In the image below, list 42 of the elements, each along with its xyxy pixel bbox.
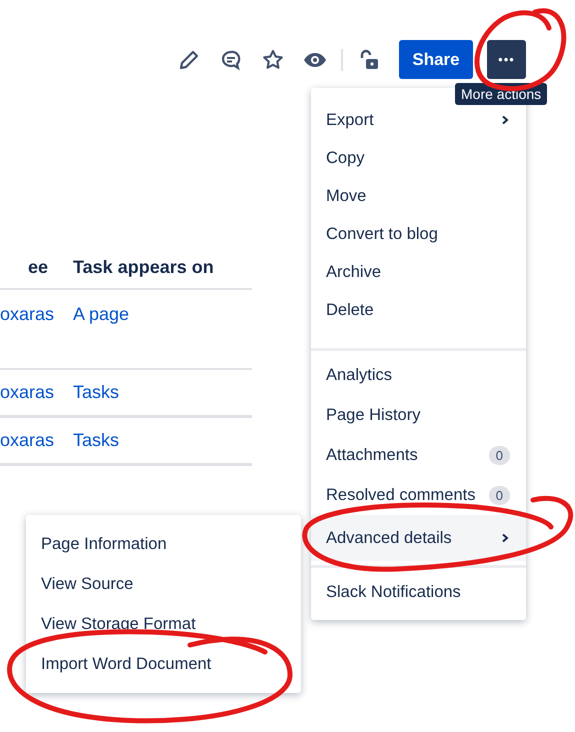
count-badge: 0: [488, 446, 510, 464]
menu-item-label: Delete: [326, 300, 374, 320]
menu-item-label: Convert to blog: [326, 224, 438, 244]
table-link[interactable]: A page: [73, 304, 130, 325]
menu-item[interactable]: Archive: [311, 253, 526, 291]
star-icon[interactable]: [261, 48, 285, 72]
menu-item-label: Advanced details: [326, 528, 452, 548]
menu-item[interactable]: View Source: [26, 564, 301, 604]
menu-item[interactable]: Move: [311, 177, 526, 215]
menu-item[interactable]: View Storage Format: [26, 604, 301, 644]
menu-item-label: Slack Notifications: [326, 582, 461, 602]
table-link[interactable]: Tasks: [73, 382, 120, 403]
column-header: Task appears on: [73, 256, 214, 278]
menu-item-label: Resolved comments: [326, 486, 476, 504]
table-link[interactable]: Tasks: [73, 430, 120, 451]
column-header: ee: [26, 256, 49, 278]
table-link[interactable]: oxaras: [0, 382, 73, 403]
menu-item[interactable]: Attachments 0: [311, 435, 526, 475]
chevron-right-icon: [500, 533, 510, 543]
menu-item[interactable]: Analytics: [311, 355, 526, 395]
menu-item-label: Analytics: [326, 366, 392, 384]
count-badge: 0: [488, 486, 510, 504]
menu-item[interactable]: Convert to blog: [311, 215, 526, 253]
menu-item-label: Archive: [326, 262, 382, 282]
menu-item[interactable]: Delete: [311, 291, 526, 329]
menu-item-label: Export: [326, 110, 374, 130]
menu-item[interactable]: Slack Notifications: [311, 572, 526, 612]
menu-item-label: Copy: [326, 148, 365, 168]
menu-item[interactable]: Page History: [311, 395, 526, 435]
menu-item-label: Attachments: [326, 446, 418, 464]
menu-item[interactable]: Copy: [311, 139, 526, 177]
more-actions-button[interactable]: •••: [487, 40, 526, 79]
table-link[interactable]: oxaras: [0, 430, 73, 451]
menu-item-label: Move: [326, 186, 366, 206]
menu-item[interactable]: Advanced details: [311, 515, 526, 561]
menu-item[interactable]: Import Word Document: [26, 644, 301, 684]
chevron-right-icon: [500, 115, 510, 125]
menu-item-label: Page History: [326, 406, 420, 424]
menu-item[interactable]: Page Information: [26, 524, 301, 564]
share-button[interactable]: Share: [399, 40, 473, 79]
menu-item[interactable]: Resolved comments 0: [311, 475, 526, 515]
table-link[interactable]: oxaras: [0, 304, 73, 325]
